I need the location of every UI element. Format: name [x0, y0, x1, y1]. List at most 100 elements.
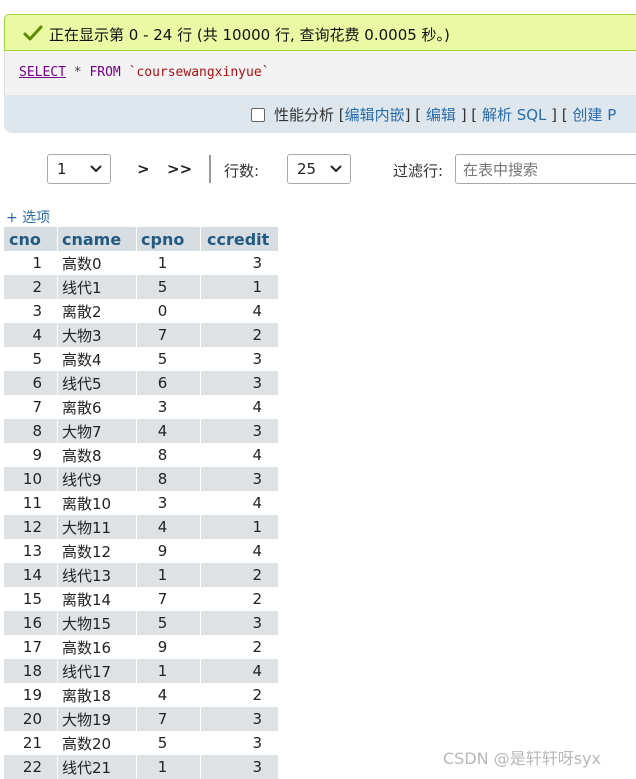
- cell-cno: 19: [4, 683, 58, 707]
- cell-cpno: 5: [136, 275, 201, 299]
- cell-cname: 线代1: [57, 275, 137, 299]
- sql-query-box: SELECT * FROM `coursewangxinyue`: [4, 51, 636, 95]
- column-header-ccredit[interactable]: ccredit: [200, 227, 278, 251]
- table-row[interactable]: 19 离散18 4 2: [4, 683, 278, 707]
- cell-cname: 高数4: [57, 347, 137, 371]
- table-row[interactable]: 13 高数12 9 4: [4, 539, 278, 563]
- cell-ccredit: 3: [200, 731, 278, 755]
- profiling-label[interactable]: 性能分析: [274, 104, 334, 125]
- cell-cname: 线代21: [57, 755, 137, 779]
- cell-ccredit: 2: [200, 587, 278, 611]
- sql-star: *: [65, 65, 90, 80]
- chevron-down-icon: [90, 165, 102, 173]
- edit-link[interactable]: 编辑: [426, 104, 456, 125]
- table-row[interactable]: 16 大物15 5 3: [4, 611, 278, 635]
- cell-cpno: 4: [136, 515, 201, 539]
- column-header-cno[interactable]: cno: [4, 227, 58, 251]
- sql-select-keyword[interactable]: SELECT: [19, 65, 66, 80]
- cell-ccredit: 2: [200, 635, 278, 659]
- cell-cpno: 3: [136, 491, 201, 515]
- cell-cno: 2: [4, 275, 58, 299]
- cell-cpno: 1: [136, 755, 201, 779]
- sql-table-name: `coursewangxinyue`: [120, 65, 270, 80]
- cell-cpno: 1: [136, 563, 201, 587]
- cell-cno: 4: [4, 323, 58, 347]
- page-select[interactable]: 1: [47, 154, 111, 184]
- explain-sql-link[interactable]: 解析 SQL: [482, 104, 546, 125]
- cell-cname: 大物3: [57, 323, 137, 347]
- cell-cno: 17: [4, 635, 58, 659]
- table-row[interactable]: 21 高数20 5 3: [4, 731, 278, 755]
- cell-cpno: 0: [136, 299, 201, 323]
- cell-cname: 线代17: [57, 659, 137, 683]
- cell-cpno: 5: [136, 731, 201, 755]
- table-row[interactable]: 15 离散14 7 2: [4, 587, 278, 611]
- cell-cno: 5: [4, 347, 58, 371]
- table-row[interactable]: 14 线代13 1 2: [4, 563, 278, 587]
- table-row[interactable]: 10 线代9 8 3: [4, 467, 278, 491]
- table-row[interactable]: 2 线代1 5 1: [4, 275, 278, 299]
- table-row[interactable]: 22 线代21 1 3: [4, 755, 278, 779]
- cell-cno: 12: [4, 515, 58, 539]
- cell-ccredit: 3: [200, 251, 278, 275]
- cell-ccredit: 1: [200, 275, 278, 299]
- table-row[interactable]: 11 离散10 3 4: [4, 491, 278, 515]
- cell-cno: 22: [4, 755, 58, 779]
- cell-cno: 13: [4, 539, 58, 563]
- cell-ccredit: 2: [200, 323, 278, 347]
- filter-rows-input[interactable]: [461, 156, 636, 184]
- table-row[interactable]: 7 离散6 3 4: [4, 395, 278, 419]
- cell-cname: 高数0: [57, 251, 137, 275]
- cell-ccredit: 3: [200, 371, 278, 395]
- cell-cno: 21: [4, 731, 58, 755]
- filter-rows-label: 过滤行:: [393, 162, 444, 180]
- cell-cno: 18: [4, 659, 58, 683]
- cell-cno: 15: [4, 587, 58, 611]
- table-row[interactable]: 4 大物3 7 2: [4, 323, 278, 347]
- cell-cno: 8: [4, 419, 58, 443]
- table-row[interactable]: 8 大物7 4 3: [4, 419, 278, 443]
- cell-ccredit: 4: [200, 659, 278, 683]
- table-row[interactable]: 3 离散2 0 4: [4, 299, 278, 323]
- cell-ccredit: 4: [200, 443, 278, 467]
- cell-ccredit: 2: [200, 563, 278, 587]
- cell-ccredit: 3: [200, 347, 278, 371]
- results-table: cno cname cpno ccredit 1 高数0 1 3 2 线代1 5 1 3 离散2 0…: [4, 227, 278, 779]
- options-link[interactable]: + 选项: [6, 207, 50, 227]
- cell-cpno: 3: [136, 395, 201, 419]
- edit-inline-link[interactable]: 编辑内嵌: [345, 104, 405, 125]
- table-row[interactable]: 9 高数8 8 4: [4, 443, 278, 467]
- cell-cpno: 9: [136, 635, 201, 659]
- cell-cno: 11: [4, 491, 58, 515]
- rows-per-page-select[interactable]: 25: [287, 154, 351, 184]
- cell-cname: 大物15: [57, 611, 137, 635]
- table-row[interactable]: 18 线代17 1 4: [4, 659, 278, 683]
- cell-ccredit: 3: [200, 611, 278, 635]
- sql-query: SELECT * FROM `coursewangxinyue`: [19, 65, 269, 80]
- cell-cpno: 4: [136, 419, 201, 443]
- cell-cno: 16: [4, 611, 58, 635]
- next-page-button[interactable]: >: [137, 160, 150, 178]
- table-row[interactable]: 5 高数4 5 3: [4, 347, 278, 371]
- cell-cpno: 4: [136, 683, 201, 707]
- rows-select-value: 25: [297, 160, 317, 178]
- cell-ccredit: 4: [200, 395, 278, 419]
- create-php-code-link[interactable]: 创建 P: [572, 104, 616, 125]
- cell-cno: 14: [4, 563, 58, 587]
- cell-cpno: 5: [136, 611, 201, 635]
- cell-ccredit: 3: [200, 755, 278, 779]
- cell-cname: 线代9: [57, 467, 137, 491]
- table-row[interactable]: 12 大物11 4 1: [4, 515, 278, 539]
- filter-rows-field[interactable]: [455, 154, 636, 184]
- column-header-cname[interactable]: cname: [57, 227, 137, 251]
- column-header-cpno[interactable]: cpno: [136, 227, 201, 251]
- cell-cname: 大物11: [57, 515, 137, 539]
- profiling-checkbox[interactable]: [251, 107, 265, 122]
- table-row[interactable]: 17 高数16 9 2: [4, 635, 278, 659]
- last-page-button[interactable]: >>: [167, 160, 192, 178]
- cell-cpno: 7: [136, 587, 201, 611]
- table-row[interactable]: 1 高数0 1 3: [4, 251, 278, 275]
- table-row[interactable]: 6 线代5 6 3: [4, 371, 278, 395]
- cell-ccredit: 1: [200, 515, 278, 539]
- table-row[interactable]: 20 大物19 7 3: [4, 707, 278, 731]
